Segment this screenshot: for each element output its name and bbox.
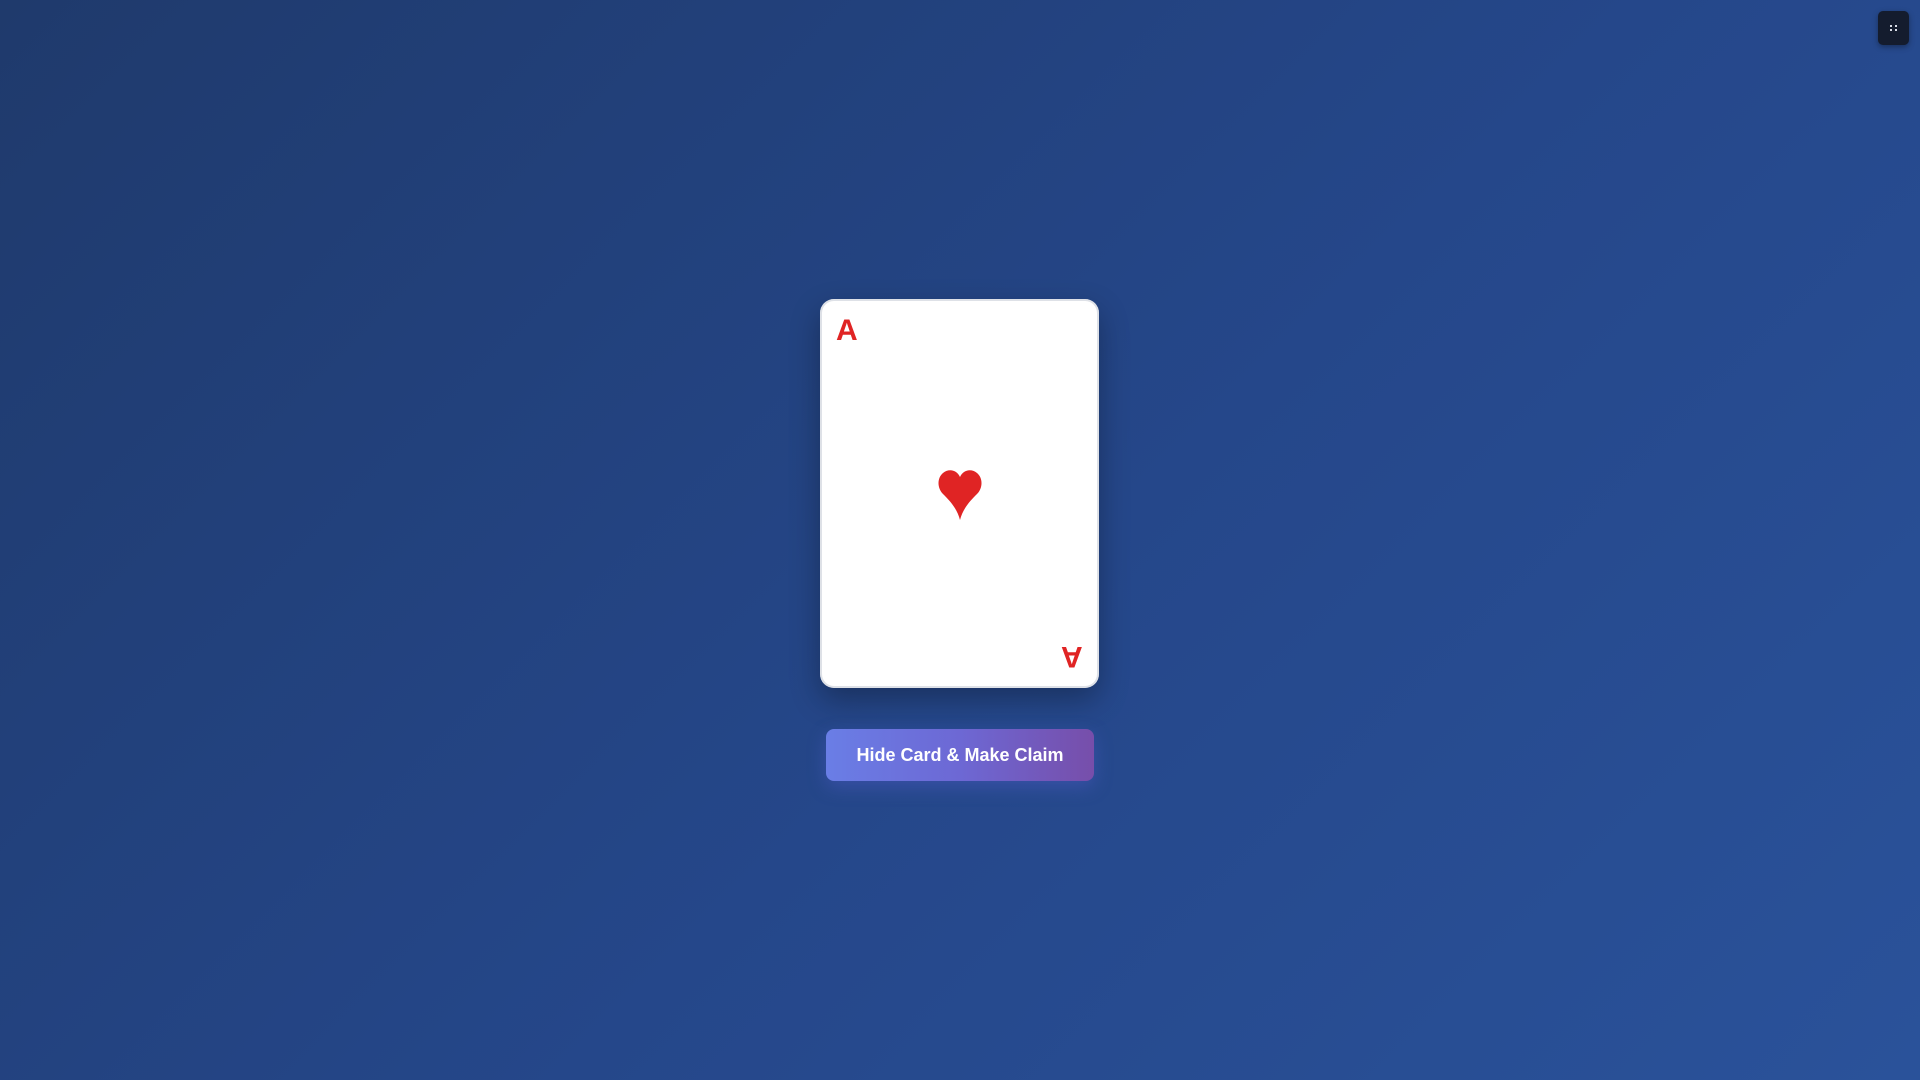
grid-dots-icon (1890, 25, 1897, 31)
card-rank-bottom: A (1061, 640, 1083, 673)
card-rank-top: A (836, 314, 858, 347)
menu-button[interactable] (1878, 11, 1909, 45)
playing-card: A A (820, 299, 1099, 688)
heart-icon (938, 469, 981, 520)
hide-card-make-claim-button[interactable]: Hide Card & Make Claim (826, 729, 1094, 781)
